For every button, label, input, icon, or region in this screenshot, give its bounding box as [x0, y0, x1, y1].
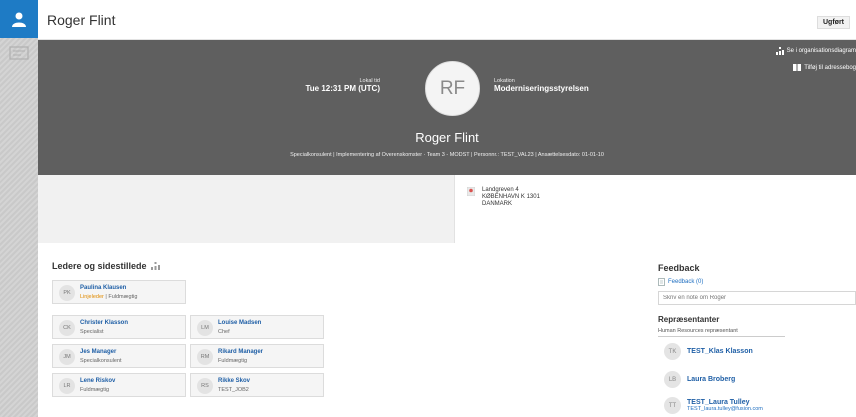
- person-role: Specialist: [80, 329, 104, 335]
- representative-item[interactable]: TT TEST_Laura Tulley TEST_laura.tulley@f…: [664, 397, 763, 414]
- rep-email[interactable]: TEST_laura.tulley@fusion.com: [687, 406, 763, 412]
- directory-icon[interactable]: [9, 46, 29, 60]
- left-rail: [0, 0, 45, 417]
- local-time-value: Tue 12:31 PM (UTC): [305, 84, 380, 93]
- manager-role-rest: | Fuldmægtig: [103, 294, 138, 300]
- representative-item[interactable]: LB Laura Broberg: [664, 371, 735, 388]
- avatar: LM: [197, 320, 213, 336]
- profile-header: Se i organisationsdiagram Tilføj til adr…: [38, 40, 856, 175]
- add-to-addressbook-link[interactable]: Tilføj til adressebog: [793, 64, 856, 71]
- representatives-title: Repræsentanter: [658, 315, 720, 324]
- avatar: JM: [59, 349, 75, 365]
- representatives-subtitle: Human Resources repræsentant: [658, 328, 785, 337]
- top-bar: Roger Flint Ugført: [38, 0, 856, 40]
- feedback-link[interactable]: Feedback (0): [658, 278, 703, 286]
- avatar: RM: [197, 349, 213, 365]
- avatar: LR: [59, 378, 75, 394]
- avatar: CK: [59, 320, 75, 336]
- profile-subtitle: Specialkonsulent | Implementering af Ove…: [290, 152, 604, 158]
- person-name[interactable]: Louise Madsen: [218, 320, 261, 326]
- avatar: TT: [664, 397, 681, 414]
- feedback-note-input[interactable]: [658, 291, 856, 305]
- profile-name: Roger Flint: [415, 130, 479, 145]
- rep-name[interactable]: Laura Broberg: [687, 376, 735, 383]
- address-line-2: KØBENHAVN K 1301: [482, 194, 540, 200]
- map-pin-icon: [467, 187, 475, 196]
- person-name[interactable]: Rikard Manager: [218, 349, 263, 355]
- addressbook-label: Tilføj til adressebog: [804, 64, 856, 71]
- person-name[interactable]: Lene Riskov: [80, 378, 115, 384]
- avatar: TK: [664, 343, 681, 360]
- peer-card[interactable]: LM Louise Madsen Chef: [190, 315, 324, 339]
- peer-card[interactable]: RS Rikke Skov TEST_JOB2: [190, 373, 324, 397]
- peer-card[interactable]: RM Rikard Manager Fuldmægtig: [190, 344, 324, 368]
- avatar: LB: [664, 371, 681, 388]
- org-chart-icon[interactable]: [150, 262, 160, 270]
- person-icon: [12, 12, 26, 27]
- addressbook-icon: [793, 64, 802, 71]
- address-card: Landgreven 4 KØBENHAVN K 1301 DANMARK: [454, 175, 856, 243]
- person-role: Specialkonsulent: [80, 358, 122, 364]
- feedback-title: Feedback: [658, 263, 700, 273]
- page-title: Roger Flint: [47, 12, 116, 28]
- rep-name[interactable]: TEST_Laura Tulley: [687, 399, 763, 406]
- manager-role-highlight: Linjeleder: [80, 294, 104, 300]
- avatar: RS: [197, 378, 213, 394]
- person-name[interactable]: Paulina Klausen: [80, 285, 126, 291]
- person-role: TEST_JOB2: [218, 387, 249, 393]
- address-lines: Landgreven 4 KØBENHAVN K 1301 DANMARK: [482, 187, 540, 208]
- local-time: Lokal tid Tue 12:31 PM (UTC): [305, 78, 380, 93]
- person-name[interactable]: Jes Manager: [80, 349, 116, 355]
- address-line-3: DANMARK: [482, 201, 513, 207]
- managers-title-text: Ledere og sidestillede: [52, 261, 147, 271]
- person-role: Chef: [218, 329, 230, 335]
- peer-card[interactable]: LR Lene Riskov Fuldmægtig: [52, 373, 186, 397]
- peer-card[interactable]: CK Christer Klasson Specialist: [52, 315, 186, 339]
- avatar: PK: [59, 285, 75, 301]
- bottom-section: Ledere og sidestillede PK Paulina Klause…: [38, 243, 856, 417]
- location-value: Moderniseringsstyrelsen: [494, 84, 589, 93]
- person-role: Fuldmægtig: [80, 387, 110, 393]
- person-name[interactable]: Christer Klasson: [80, 320, 128, 326]
- org-diagram-label: Se i organisationsdiagram: [786, 48, 856, 54]
- representative-item[interactable]: TK TEST_Klas Klasson: [664, 343, 753, 360]
- managers-title: Ledere og sidestillede: [52, 261, 160, 271]
- person-role: Fuldmægtig: [218, 358, 248, 364]
- address-section: Landgreven 4 KØBENHAVN K 1301 DANMARK: [38, 175, 856, 243]
- peer-card[interactable]: JM Jes Manager Specialkonsulent: [52, 344, 186, 368]
- org-chart-icon: [775, 47, 784, 55]
- address-line-1: Landgreven 4: [482, 187, 519, 193]
- manager-card[interactable]: PK Paulina Klausen Linjeleder | Fuldmægt…: [52, 280, 186, 304]
- feedback-link-text: Feedback (0): [668, 279, 704, 285]
- person-name[interactable]: Rikke Skov: [218, 378, 250, 384]
- document-icon: [658, 278, 665, 286]
- profile-avatar: RF: [425, 61, 480, 116]
- location: Lokation Moderniseringsstyrelsen: [494, 78, 589, 93]
- rep-name[interactable]: TEST_Klas Klasson: [687, 348, 753, 355]
- person-role: Linjeleder | Fuldmægtig: [80, 294, 137, 300]
- done-button[interactable]: Ugført: [817, 16, 850, 29]
- profile-nav-button[interactable]: [0, 0, 45, 38]
- org-diagram-link[interactable]: Se i organisationsdiagram: [775, 47, 856, 55]
